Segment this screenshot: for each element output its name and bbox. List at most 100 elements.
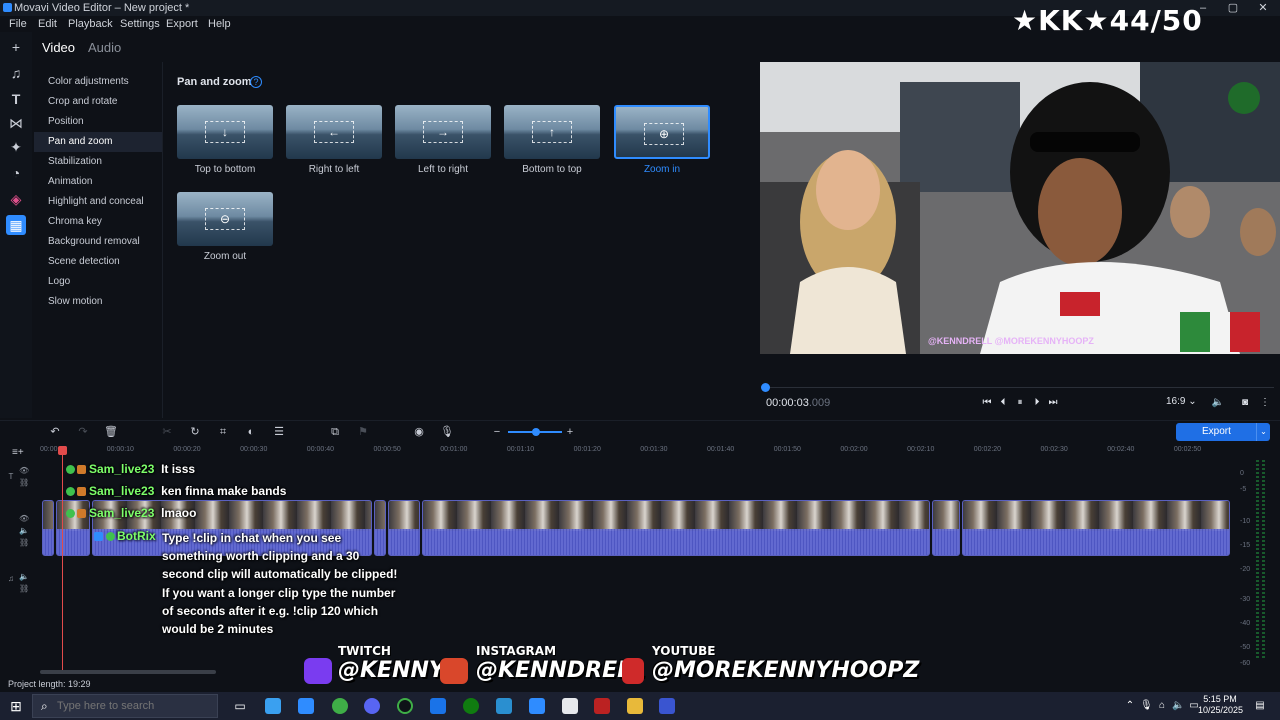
feature-color-adjustments[interactable]: Color adjustments <box>34 72 162 92</box>
add-icon[interactable]: + <box>6 37 26 57</box>
preset-top-to-bottom[interactable]: ↓ <box>177 105 273 159</box>
transitions-icon[interactable]: ⋈ <box>6 113 26 133</box>
xbox-app-icon[interactable] <box>397 698 413 714</box>
music-icon[interactable]: ♫ <box>6 63 26 83</box>
close-button[interactable]: ✕ <box>1248 0 1278 16</box>
skip-to-end-icon[interactable]: ⏭ <box>1046 396 1060 410</box>
rotate-icon[interactable]: ↻ <box>188 425 202 439</box>
visibility-icon[interactable]: 👁 <box>19 466 29 476</box>
more-options-icon[interactable]: ⋮ <box>1258 396 1272 410</box>
maximize-button[interactable]: ▢ <box>1218 0 1248 16</box>
timeline-scrollbar[interactable] <box>40 670 216 674</box>
menu-file[interactable]: File <box>9 18 27 30</box>
capcut-icon[interactable] <box>562 698 578 714</box>
chrome-icon[interactable] <box>332 698 348 714</box>
discord-icon[interactable] <box>364 698 380 714</box>
feature-pan-and-zoom[interactable]: Pan and zoom <box>34 132 162 152</box>
mute-icon[interactable]: 🔈 <box>19 572 29 582</box>
help-icon[interactable]: ? <box>250 76 262 88</box>
link-icon[interactable]: ⛓ <box>19 538 29 548</box>
preset-left-to-right[interactable]: → <box>395 105 491 159</box>
aspect-ratio-dropdown[interactable]: 16:9 ⌄ <box>1166 396 1197 407</box>
file-explorer-icon[interactable] <box>627 698 643 714</box>
tray-chevron-icon[interactable]: ⌃ <box>1124 700 1136 712</box>
playhead[interactable] <box>62 446 63 672</box>
menu-playback[interactable]: Playback <box>68 18 113 30</box>
crop-icon[interactable]: ⌗ <box>216 425 230 439</box>
photos-icon[interactable] <box>496 698 512 714</box>
record-screen-icon[interactable]: ◉ <box>412 425 426 439</box>
xbox-icon[interactable] <box>463 698 479 714</box>
pause-icon[interactable]: ⏸ <box>1013 396 1027 410</box>
video-clip[interactable] <box>42 500 54 556</box>
effects-icon[interactable]: ✦ <box>6 137 26 157</box>
app-icon[interactable] <box>659 698 675 714</box>
preset-right-to-left[interactable]: ← <box>286 105 382 159</box>
feature-stabilization[interactable]: Stabilization <box>34 152 162 172</box>
menu-help[interactable]: Help <box>208 18 231 30</box>
overlay-icon[interactable]: ⧉ <box>328 425 342 439</box>
link-icon[interactable]: ⛓ <box>19 584 29 594</box>
copilot-icon[interactable] <box>265 698 281 714</box>
search-input[interactable] <box>57 698 207 714</box>
tab-audio[interactable]: Audio <box>88 40 121 55</box>
menu-edit[interactable]: Edit <box>38 18 57 30</box>
clip-properties-icon[interactable]: ☰ <box>272 425 286 439</box>
undo-icon[interactable]: ↶ <box>48 425 62 439</box>
menu-settings[interactable]: Settings <box>120 18 160 30</box>
feature-highlight-and-conceal[interactable]: Highlight and conceal <box>34 192 162 212</box>
volume-tray-icon[interactable]: 🔈 <box>1172 700 1184 712</box>
feature-position[interactable]: Position <box>34 112 162 132</box>
filters-icon[interactable]: ◈ <box>6 189 26 209</box>
mute-icon[interactable]: 🔈 <box>19 526 29 536</box>
microphone-icon[interactable]: 🎙 <box>440 425 454 439</box>
task-view-icon[interactable]: ▭ <box>232 698 248 714</box>
video-preview[interactable]: @KENNDRELL @MOREKENNYHOOPZ <box>760 62 1280 354</box>
preset-bottom-to-top[interactable]: ↑ <box>504 105 600 159</box>
taskbar-search[interactable]: ⌕ <box>32 694 218 718</box>
more-tools-icon[interactable]: ▦ <box>6 215 26 235</box>
video-clip[interactable] <box>422 500 930 556</box>
feature-animation[interactable]: Animation <box>34 172 162 192</box>
seek-handle[interactable] <box>761 383 770 392</box>
feature-background-removal[interactable]: Background removal <box>34 232 162 252</box>
text-icon[interactable]: T <box>6 89 26 109</box>
delete-icon[interactable]: 🗑 <box>104 425 118 439</box>
timeline-zoom-handle[interactable] <box>532 428 540 436</box>
outlook-icon[interactable] <box>430 698 446 714</box>
video-app-icon[interactable] <box>594 698 610 714</box>
feature-chroma-key[interactable]: Chroma key <box>34 212 162 232</box>
microphone-tray-icon[interactable]: 🎙 <box>1140 700 1153 712</box>
seek-track[interactable] <box>766 387 1274 388</box>
add-track-icon[interactable]: ≡+ <box>12 448 24 458</box>
windows-start-icon[interactable]: ⊞ <box>8 698 24 714</box>
menu-export[interactable]: Export <box>166 18 198 30</box>
feature-scene-detection[interactable]: Scene detection <box>34 252 162 272</box>
snapshot-icon[interactable]: ◙ <box>1238 396 1252 410</box>
stickers-icon[interactable]: ◔ <box>6 163 26 183</box>
tab-video[interactable]: Video <box>42 40 75 55</box>
notifications-icon[interactable]: ▤ <box>1254 700 1266 712</box>
video-clip[interactable] <box>932 500 960 556</box>
store-icon[interactable] <box>298 698 314 714</box>
preset-zoom-out[interactable]: ⊖ <box>177 192 273 246</box>
feature-crop-and-rotate[interactable]: Crop and rotate <box>34 92 162 112</box>
color-adjust-icon[interactable]: ◐ <box>244 425 258 439</box>
zoom-out-timeline-icon[interactable]: − <box>490 425 504 439</box>
next-frame-icon[interactable]: ⏵ <box>1030 396 1044 410</box>
volume-icon[interactable]: 🔈 <box>1211 396 1225 410</box>
visibility-icon[interactable]: 👁 <box>19 514 29 524</box>
skip-to-start-icon[interactable]: ⏮ <box>980 396 994 410</box>
network-icon[interactable]: ⌂ <box>1156 700 1168 712</box>
preset-zoom-in[interactable]: ⊕ <box>614 105 710 159</box>
export-button[interactable]: Export ⌄ <box>1176 423 1270 441</box>
feature-slow-motion[interactable]: Slow motion <box>34 292 162 312</box>
timeline-ruler[interactable]: 00:00:00 00:00:10 00:00:20 00:00:30 00:00:40… <box>40 446 1230 456</box>
taskbar-clock[interactable]: 5:15 PM 10/25/2025 <box>1198 694 1243 716</box>
feature-logo[interactable]: Logo <box>34 272 162 292</box>
movavi-icon[interactable] <box>529 698 545 714</box>
link-icon[interactable]: ⛓ <box>19 478 29 488</box>
export-dropdown-icon[interactable]: ⌄ <box>1256 423 1270 441</box>
zoom-in-timeline-icon[interactable]: + <box>563 425 577 439</box>
video-clip[interactable] <box>962 500 1230 556</box>
